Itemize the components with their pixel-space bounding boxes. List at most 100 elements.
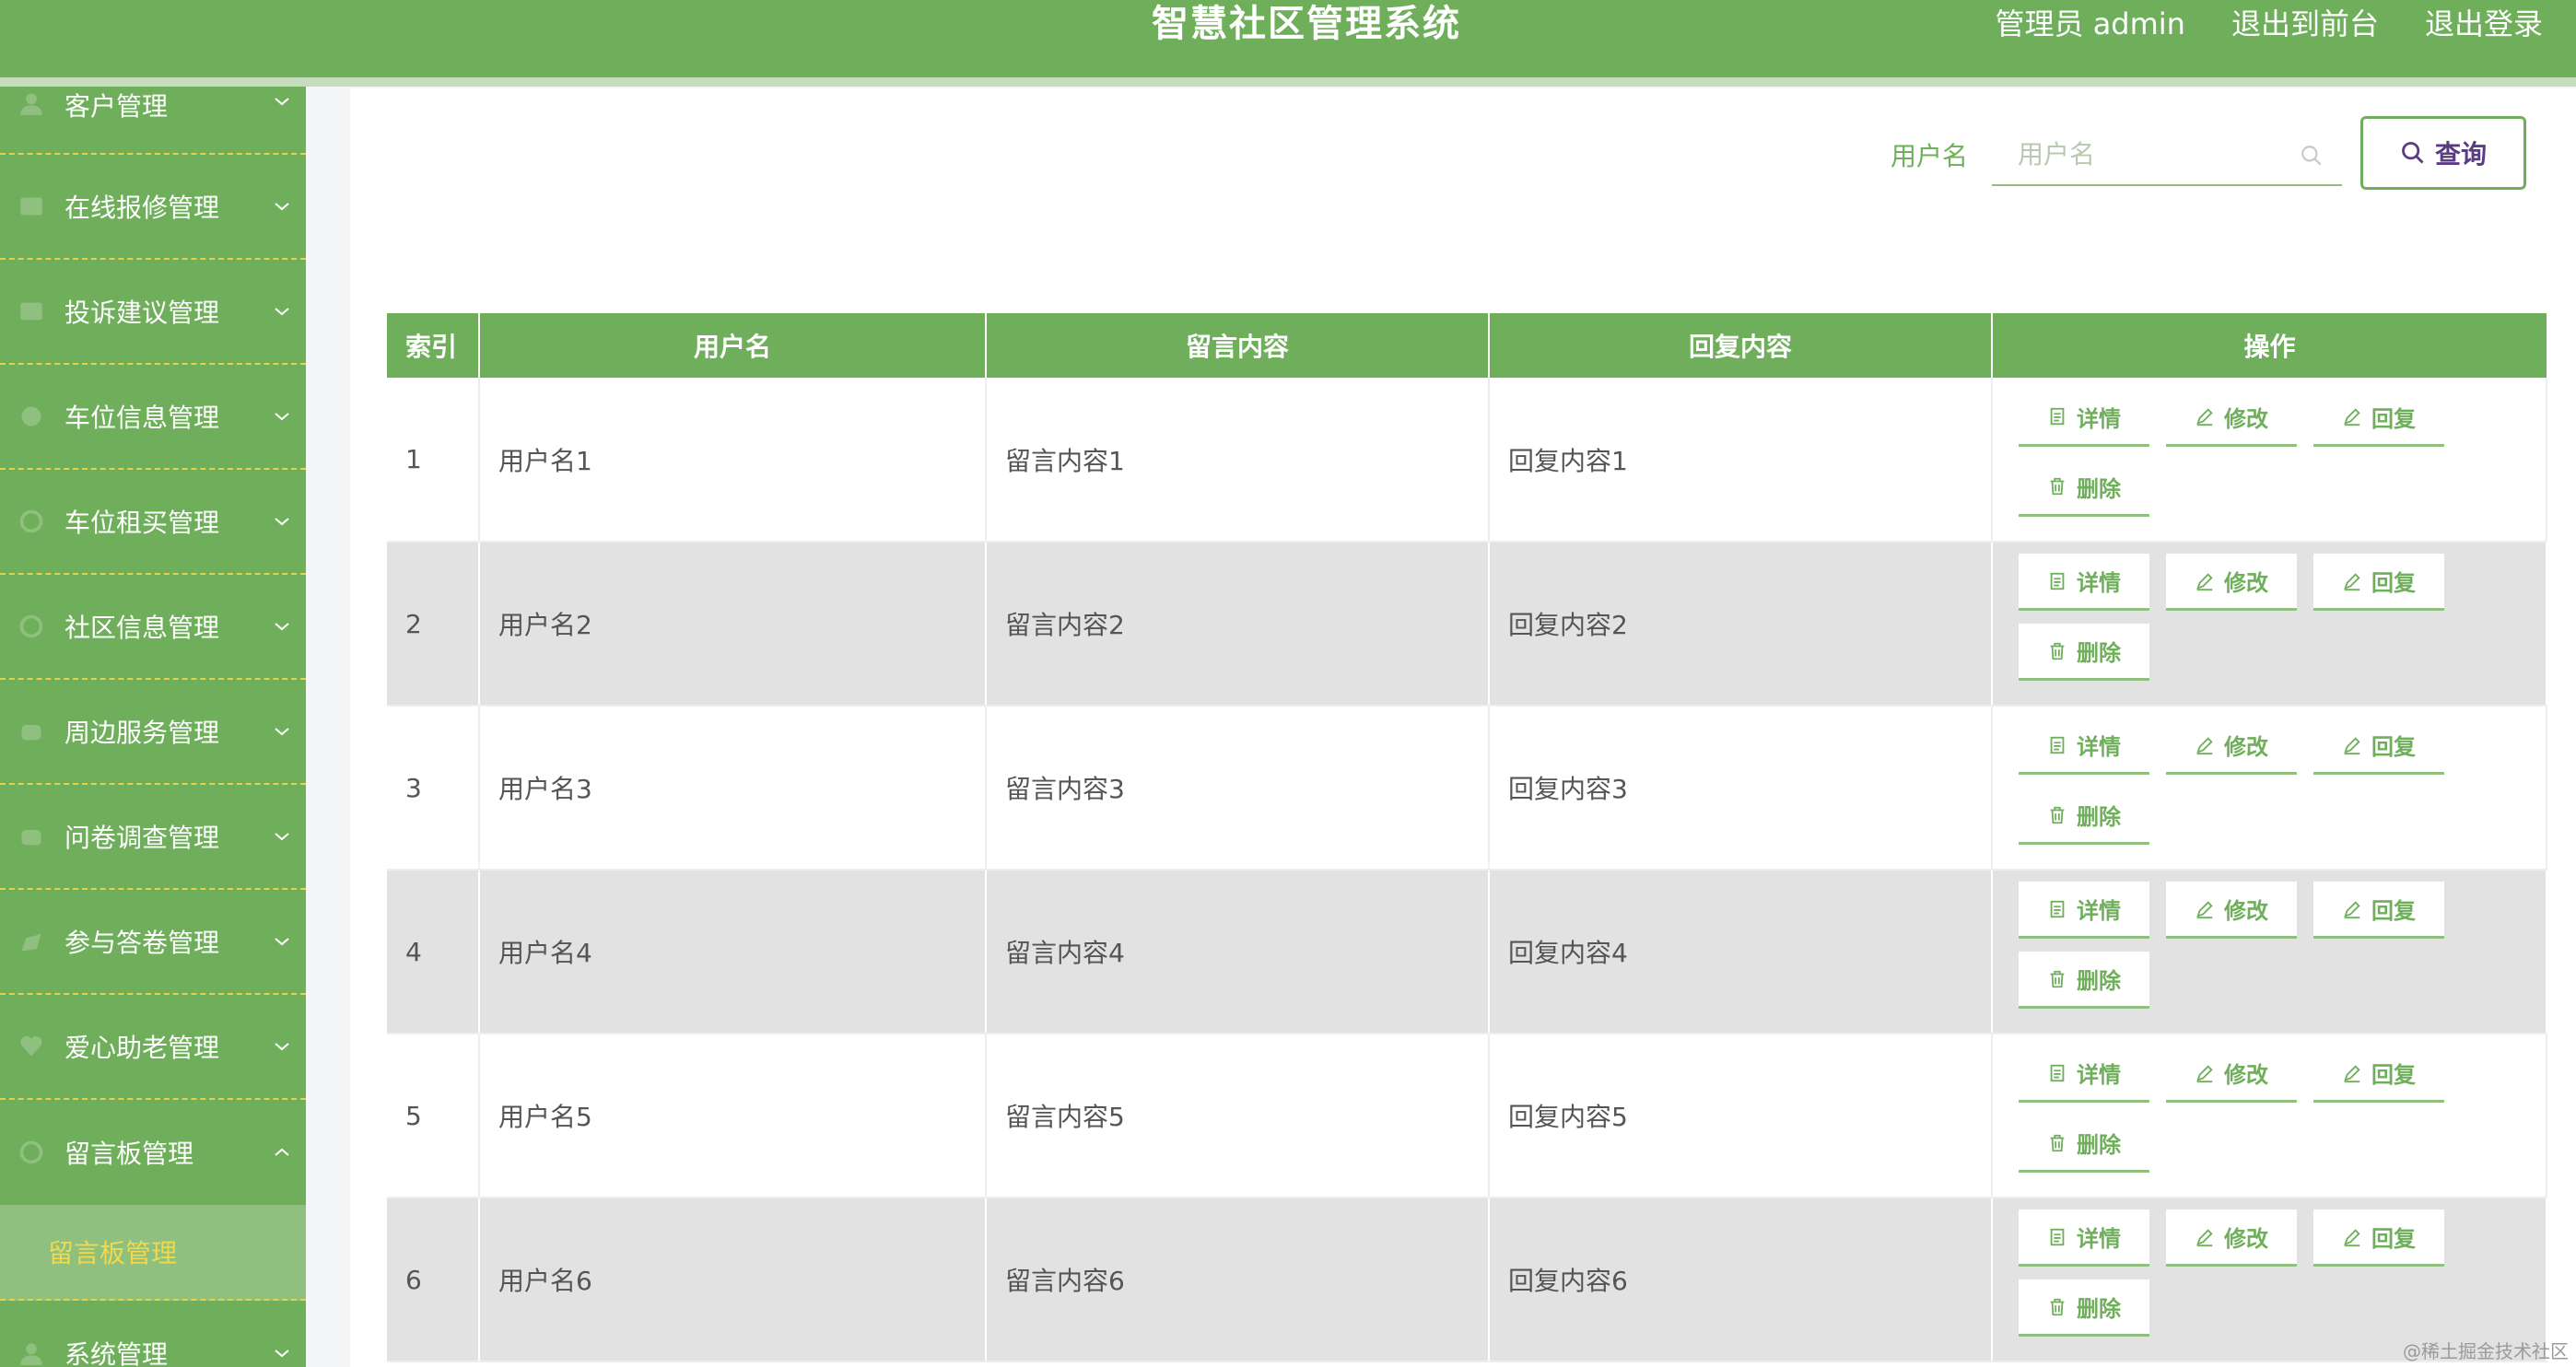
username-search-input[interactable] — [1992, 138, 2268, 169]
sidebar-item-nearby-service[interactable]: 周边服务管理 — [0, 680, 306, 785]
reply-button-label: 回复 — [2371, 734, 2416, 760]
admin-user-label: 管理员 admin — [1995, 6, 2185, 41]
reply-button[interactable]: 回复 — [2313, 718, 2444, 775]
pencil-icon — [2196, 736, 2213, 754]
cell-reply: 回复内容3 — [1489, 706, 1993, 870]
settings-icon — [20, 1343, 42, 1365]
chevron-down-icon — [275, 413, 289, 421]
chevron-down-icon — [275, 518, 289, 526]
table-row: 6 用户名6 留言内容6 回复内容6 详情 修改 回复 删除 — [387, 1198, 2547, 1362]
sidebar-item-system[interactable]: 系统管理 — [0, 1301, 306, 1367]
detail-button[interactable]: 详情 — [2019, 1046, 2149, 1103]
detail-button-label: 详情 — [2077, 734, 2121, 760]
sidebar-item-survey[interactable]: 问卷调查管理 — [0, 785, 306, 890]
sidebar-item-message-board[interactable]: 留言板管理 — [0, 1100, 306, 1205]
delete-button[interactable]: 删除 — [2019, 1116, 2149, 1173]
edit-button[interactable]: 修改 — [2166, 1046, 2297, 1103]
reply-button[interactable]: 回复 — [2313, 1209, 2444, 1267]
detail-button[interactable]: 详情 — [2019, 718, 2149, 775]
reply-button[interactable]: 回复 — [2313, 1046, 2444, 1103]
action-row: 详情 修改 回复 — [2019, 718, 2546, 775]
edit-button[interactable]: 修改 — [2166, 882, 2297, 939]
chevron-down-icon — [275, 938, 289, 946]
delete-button[interactable]: 删除 — [2019, 952, 2149, 1009]
pencil-icon — [2344, 900, 2360, 918]
cell-message: 留言内容6 — [986, 1198, 1490, 1362]
search-label: 用户名 — [1891, 141, 1969, 171]
column-header-message[interactable]: 留言内容 — [986, 313, 1490, 378]
cell-actions: 详情 修改 回复删除 — [1992, 706, 2547, 870]
sidebar-item-parking-info[interactable]: 车位信息管理 — [0, 365, 306, 470]
pencil-icon — [2196, 1228, 2213, 1246]
query-button[interactable]: 查询 — [2360, 116, 2526, 190]
edit-button-label: 修改 — [2224, 1226, 2268, 1252]
trash-icon — [2050, 1134, 2065, 1151]
edit-button[interactable]: 修改 — [2166, 1209, 2297, 1267]
table-header-row: 索引 用户名 留言内容 回复内容 操作 — [387, 313, 2547, 378]
detail-button[interactable]: 详情 — [2019, 389, 2149, 447]
reply-button-label: 回复 — [2371, 570, 2416, 596]
sidebar-item-label: 问卷调查管理 — [64, 823, 220, 853]
sidebar-item-label: 客户管理 — [64, 91, 169, 122]
cell-index: 2 — [387, 542, 480, 707]
cell-message: 留言内容3 — [986, 706, 1490, 870]
sidebar-item-parking-rent[interactable]: 车位租买管理 — [0, 470, 306, 575]
edit-button[interactable]: 修改 — [2166, 718, 2297, 775]
app-title: 智慧社区管理系统 — [1152, 3, 1461, 45]
pencil-icon — [2196, 1064, 2213, 1082]
sidebar-item-community-info[interactable]: 社区信息管理 — [0, 575, 306, 680]
delete-button[interactable]: 删除 — [2019, 1279, 2149, 1337]
edit-button[interactable]: 修改 — [2166, 389, 2297, 447]
cell-index: 1 — [387, 378, 480, 543]
logout-link[interactable]: 退出登录 — [2425, 4, 2543, 44]
delete-button-label: 删除 — [2077, 640, 2121, 666]
reply-button[interactable]: 回复 — [2313, 554, 2444, 611]
table-body: 1 用户名1 留言内容1 回复内容1 详情 修改 回复 删除 2 用户名2 留言内容2 回复内容2 详情… — [387, 378, 2547, 1362]
document-icon — [2050, 572, 2065, 590]
action-row: 删除 — [2019, 952, 2546, 1009]
reply-button[interactable]: 回复 — [2313, 882, 2444, 939]
sidebar-item-repair[interactable]: 在线报修管理 — [0, 155, 306, 260]
delete-button-label: 删除 — [2077, 1132, 2121, 1158]
detail-button[interactable]: 详情 — [2019, 882, 2149, 939]
pencil-icon — [2344, 1228, 2360, 1246]
edit-button[interactable]: 修改 — [2166, 554, 2297, 611]
sidebar-item-customer[interactable]: 客户管理 — [0, 87, 306, 155]
sidebar-item-label: 车位信息管理 — [64, 403, 220, 433]
column-header-index[interactable]: 索引 — [387, 313, 480, 378]
delete-button[interactable]: 删除 — [2019, 624, 2149, 681]
detail-button[interactable]: 详情 — [2019, 554, 2149, 611]
sidebar-item-answer[interactable]: 参与答卷管理 — [0, 890, 306, 995]
building-icon — [19, 614, 43, 638]
action-row: 删除 — [2019, 1116, 2546, 1173]
exit-to-front-link[interactable]: 退出到前台 — [2231, 4, 2379, 44]
pencil-icon — [2344, 408, 2360, 426]
search-icon — [2301, 146, 2322, 166]
reply-button[interactable]: 回复 — [2313, 389, 2444, 447]
sidebar-item-label: 社区信息管理 — [64, 613, 220, 643]
cell-reply: 回复内容1 — [1489, 378, 1993, 543]
delete-button-label: 删除 — [2077, 968, 2121, 994]
edit-icon — [21, 933, 41, 952]
sidebar-item-complaint[interactable]: 投诉建议管理 — [0, 260, 306, 365]
column-header-username[interactable]: 用户名 — [479, 313, 987, 378]
delete-button[interactable]: 删除 — [2019, 459, 2149, 517]
action-row: 删除 — [2019, 459, 2546, 517]
key-icon — [19, 509, 43, 533]
delete-button[interactable]: 删除 — [2019, 788, 2149, 845]
cell-index: 4 — [387, 870, 480, 1034]
cell-index: 6 — [387, 1198, 480, 1362]
reply-button-label: 回复 — [2371, 898, 2416, 924]
top-links: 管理员 admin 退出到前台 退出登录 — [1996, 4, 2543, 44]
chevron-down-icon — [275, 98, 289, 106]
car-icon — [21, 406, 41, 426]
detail-button[interactable]: 详情 — [2019, 1209, 2149, 1267]
pencil-icon — [2344, 1064, 2360, 1082]
cell-username: 用户名3 — [479, 706, 987, 870]
document-icon — [2050, 736, 2065, 754]
sidebar-item-elderly-care[interactable]: 爱心助老管理 — [0, 995, 306, 1100]
sidebar-subitem-message-board[interactable]: 留言板管理 — [0, 1205, 306, 1301]
table-row: 1 用户名1 留言内容1 回复内容1 详情 修改 回复 删除 — [387, 378, 2547, 543]
document-icon — [2050, 1064, 2065, 1081]
column-header-reply[interactable]: 回复内容 — [1489, 313, 1993, 378]
